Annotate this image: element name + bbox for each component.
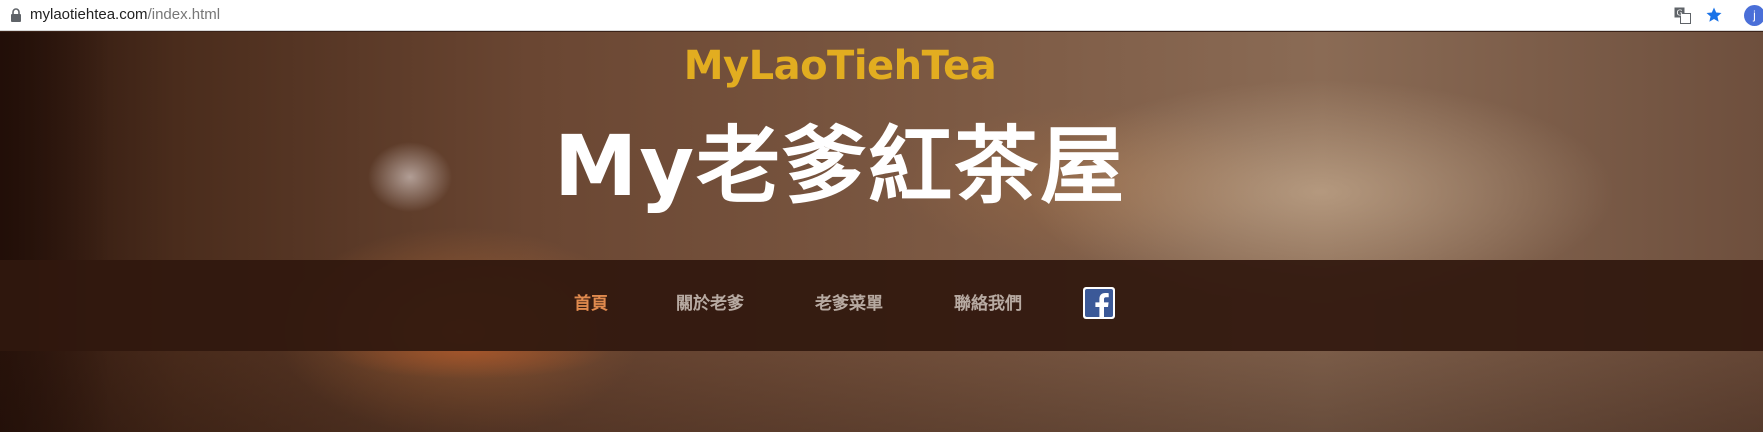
site-brand[interactable]: MyLaoTiehTea [0,43,1680,89]
lock-icon [11,8,21,22]
nav-item-contact[interactable]: 聯絡我們 [954,294,1022,314]
bookmark-star-icon[interactable] [1705,6,1723,24]
hero-banner: MyLaoTiehTea My老爹紅茶屋 首頁 關於老爹 老爹菜單 聯絡我們 [0,32,1763,432]
translate-icon[interactable]: G [1674,7,1691,24]
nav-item-menu[interactable]: 老爹菜單 [815,294,883,314]
facebook-icon[interactable] [1083,287,1115,319]
url-field[interactable]: mylaotiehtea.com/index.html [30,6,220,24]
main-navigation: 首頁 關於老爹 老爹菜單 聯絡我們 [0,260,1763,351]
hero-lower-background [0,351,1763,432]
url-host: mylaotiehtea.com [30,6,148,23]
nav-item-about[interactable]: 關於老爹 [676,294,744,314]
url-path: /index.html [147,6,221,23]
browser-address-bar: mylaotiehtea.com/index.html G j [0,0,1763,31]
profile-avatar[interactable]: j [1744,5,1763,26]
svg-text:G: G [1677,9,1683,18]
nav-item-home[interactable]: 首頁 [574,294,608,314]
site-title: My老爹紅茶屋 [553,117,1127,215]
